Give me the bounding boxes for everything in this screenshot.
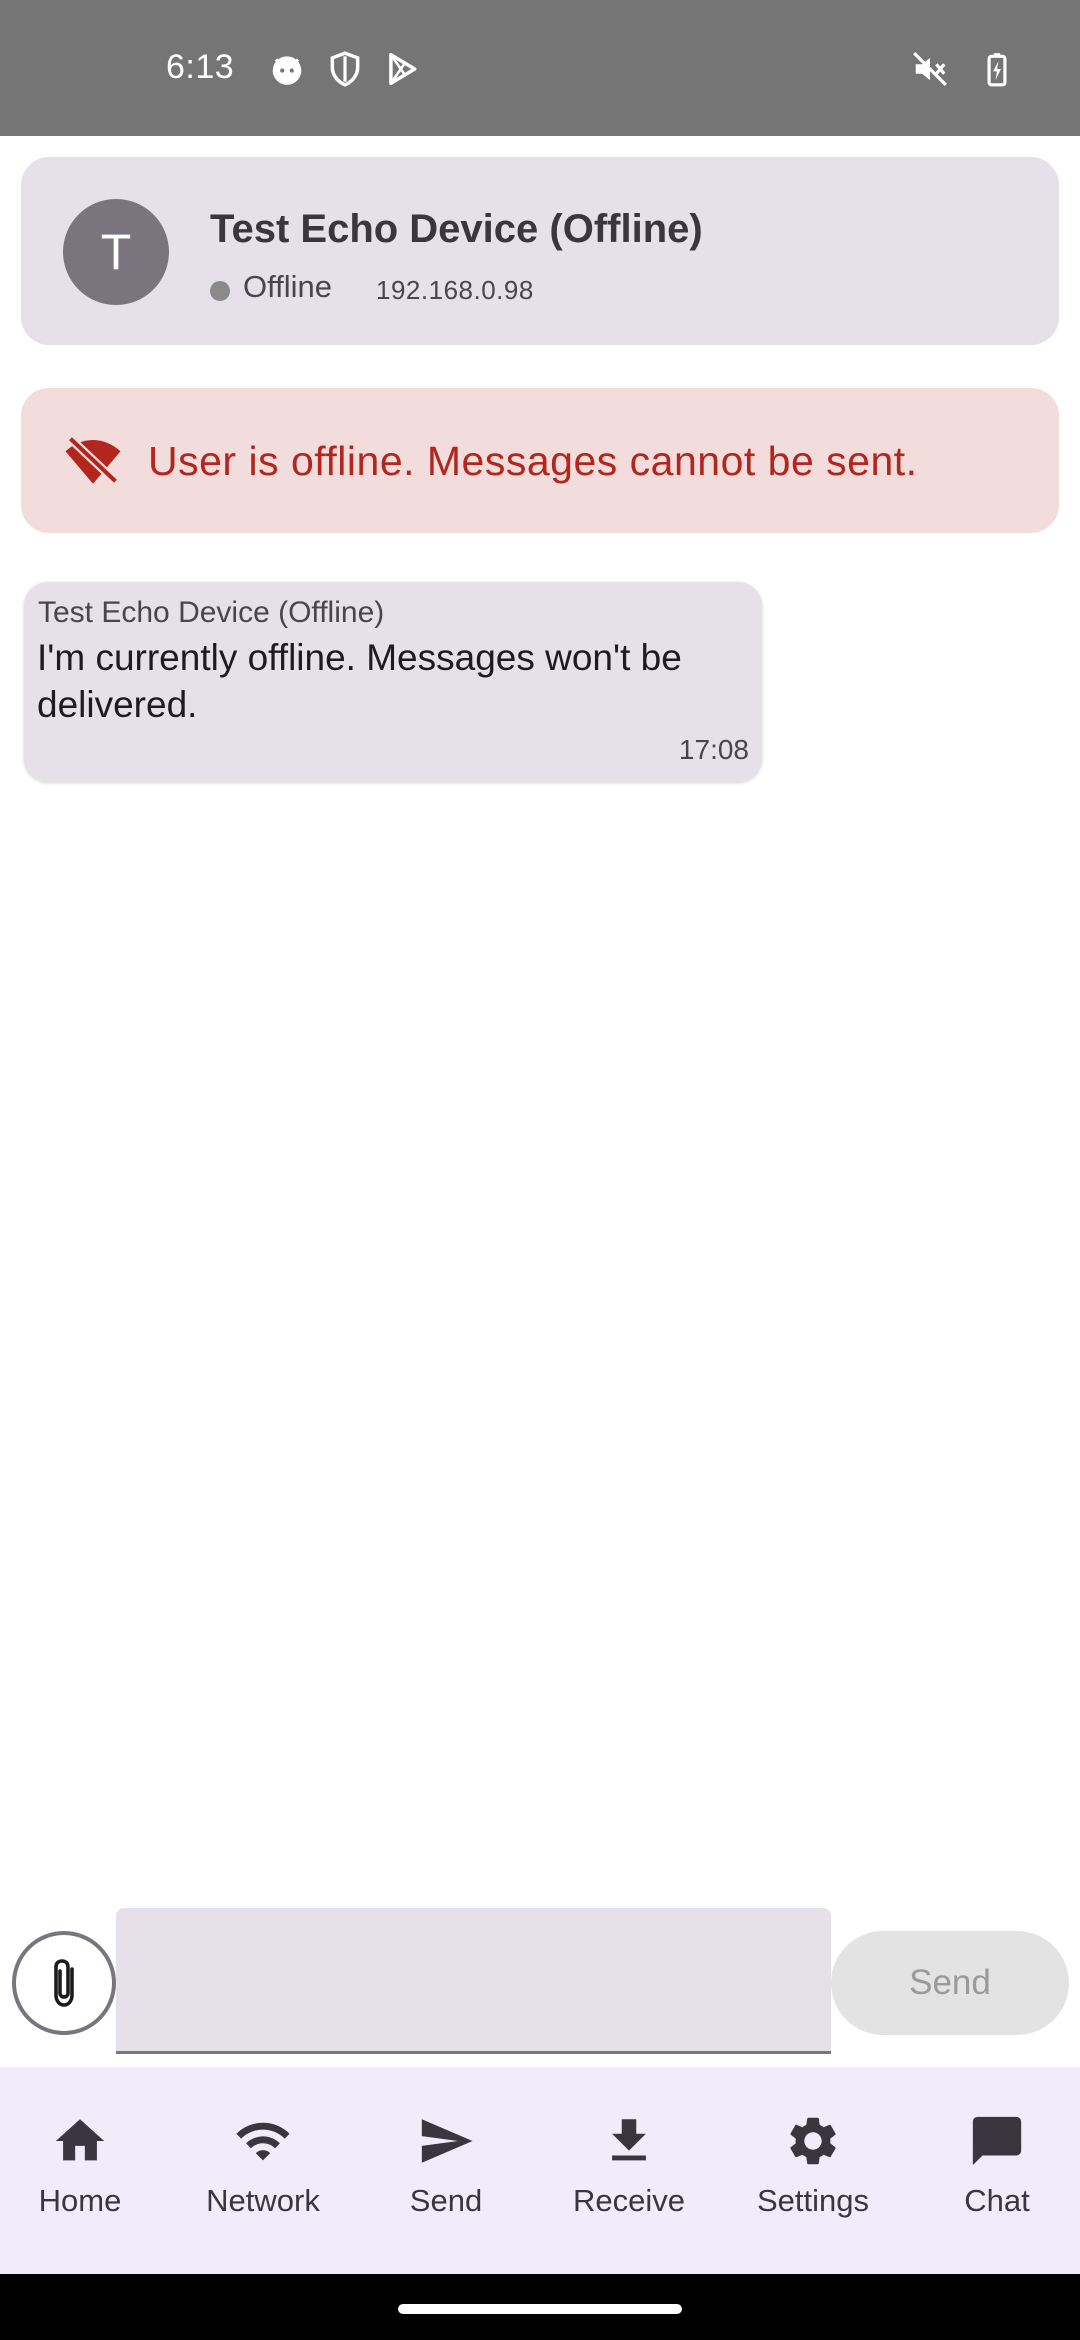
chat-icon — [972, 2116, 1022, 2166]
app-root: 6:13 T Test Echo Device (Offline) Offlin… — [0, 0, 1080, 2340]
contact-header-card: T Test Echo Device (Offline) Offline 192… — [21, 157, 1059, 345]
offline-warning-banner: User is offline. Messages cannot be sent… — [21, 388, 1059, 533]
nav-item-chat[interactable]: Chat — [907, 2067, 1080, 2274]
battery-charging-icon — [987, 53, 1007, 87]
status-time: 6:13 — [166, 48, 235, 86]
nav-label-home: Home — [38, 2183, 122, 2218]
nav-label-receive: Receive — [573, 2183, 685, 2218]
shield-icon — [330, 51, 360, 87]
nav-label-send: Send — [409, 2183, 483, 2218]
attach-button[interactable] — [12, 1931, 116, 2035]
nav-item-network[interactable]: Network — [173, 2067, 353, 2274]
play-store-icon — [389, 53, 417, 85]
nav-label-network: Network — [206, 2183, 320, 2218]
nav-label-settings: Settings — [756, 2183, 869, 2218]
home-gesture-handle[interactable] — [398, 2304, 682, 2314]
status-label: Offline — [243, 269, 333, 304]
wifi-off-icon — [65, 435, 121, 485]
nav-label-chat: Chat — [964, 2183, 1030, 2218]
send-button[interactable]: Send — [831, 1931, 1069, 2035]
send-icon — [421, 2119, 473, 2163]
message-body: I'm currently offline. Messages won't be… — [37, 637, 682, 725]
paperclip-icon — [54, 1959, 74, 2007]
gear-icon — [790, 2117, 836, 2165]
contact-name: Test Echo Device (Offline) — [210, 207, 703, 251]
nav-item-home[interactable]: Home — [0, 2067, 170, 2274]
message-time: 17:08 — [678, 734, 749, 765]
home-icon — [55, 2119, 105, 2161]
system-gesture-area — [0, 2274, 1080, 2340]
download-icon — [612, 2119, 646, 2161]
message-sender: Test Echo Device (Offline) — [38, 596, 385, 629]
status-dot — [210, 281, 230, 301]
ip-address: 192.168.0.98 — [376, 275, 534, 305]
wifi-icon — [236, 2122, 290, 2161]
nav-item-settings[interactable]: Settings — [723, 2067, 903, 2274]
nav-item-receive[interactable]: Receive — [539, 2067, 719, 2274]
avatar: T — [63, 199, 169, 305]
message-bubble[interactable]: Test Echo Device (Offline) I'm currently… — [24, 582, 762, 782]
status-bar: 6:13 — [0, 0, 1080, 136]
cat-face-icon — [272, 56, 302, 85]
warning-text: User is offline. Messages cannot be sent… — [148, 438, 918, 484]
message-input[interactable] — [116, 1908, 831, 2054]
bottom-navigation: Home Network Send Receive Settings Chat — [0, 2067, 1080, 2274]
nav-item-send[interactable]: Send — [356, 2067, 536, 2274]
mute-icon — [913, 52, 947, 86]
